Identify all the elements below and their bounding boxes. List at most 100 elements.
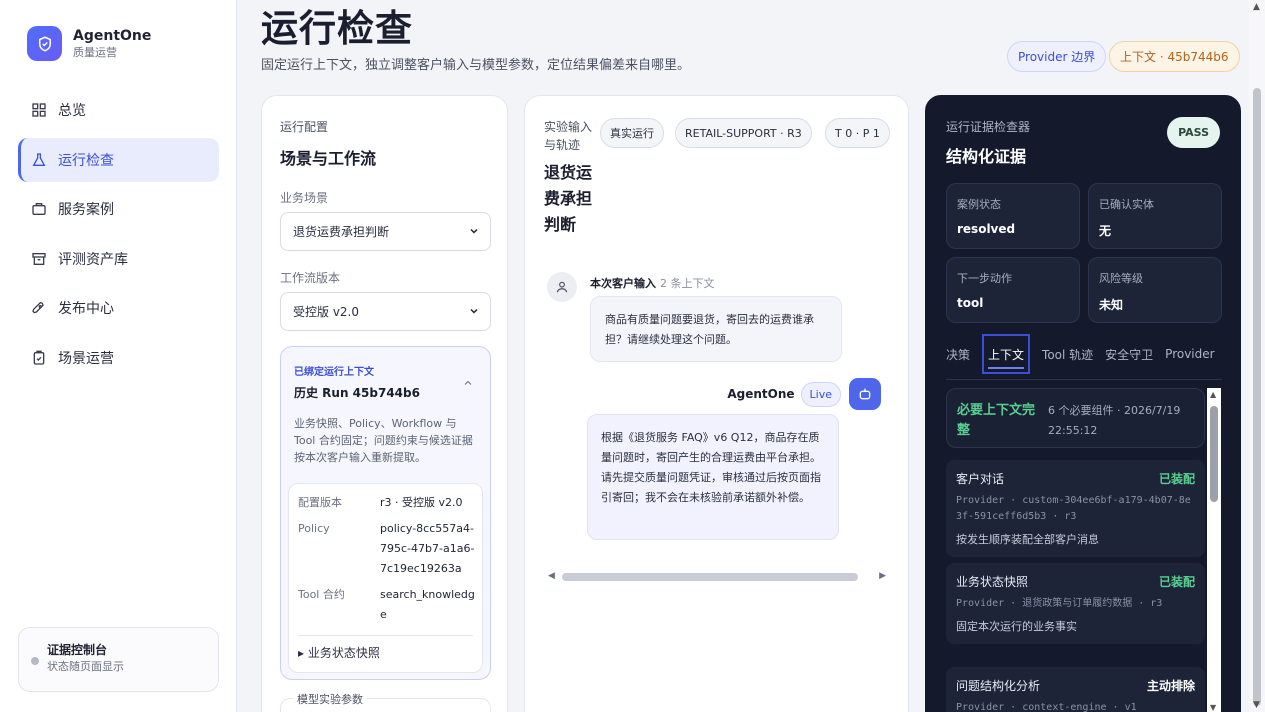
tab-safety-guard[interactable]: 安全守卫 <box>1105 334 1153 374</box>
user-message-bubble: 商品有质量问题要退货，寄回去的运费谁承担？请继续处理这个问题。 <box>590 296 842 362</box>
experiment-title: 退货运费承担判断 <box>544 163 593 234</box>
chevron-down-icon <box>468 225 480 240</box>
divider <box>298 635 473 636</box>
scroll-right-icon[interactable]: ▶ <box>879 571 886 581</box>
stat-label: 下一步动作 <box>957 272 1012 285</box>
scene-label: 业务场景 <box>280 191 329 205</box>
inspector-tabs: 决策 上下文 Tool 轨迹 安全守卫 Provider <box>946 334 1227 374</box>
section-label: 运行配置 <box>280 120 329 134</box>
evidence-console-title: 证据控制台 <box>47 643 108 657</box>
provider-boundary-chip[interactable]: Provider 边界 <box>1007 41 1107 72</box>
stat-confirmed-entities: 已确认实体 无 <box>1088 183 1222 249</box>
evidence-console-card[interactable]: 证据控制台 状态随页面显示 <box>18 627 219 692</box>
sidebar-item-label: 服务案例 <box>58 202 114 218</box>
tab-decision[interactable]: 决策 <box>946 334 970 374</box>
experiment-card: 实验输入与轨迹 退货运费承担判断 真实运行 RETAIL-SUPPORT · R… <box>524 95 909 712</box>
scrollbar-thumb[interactable] <box>1210 406 1218 502</box>
tab-provider[interactable]: Provider <box>1165 334 1214 374</box>
real-run-pill[interactable]: 真实运行 <box>600 118 664 148</box>
kv-value: policy-8cc557a4-795c-47b7-a1a6-7c19ec192… <box>380 522 475 575</box>
bound-context-title: 历史 Run 45b744b6 <box>294 386 420 400</box>
context-item[interactable]: 问题结构化分析 主动排除 Provider · context-engine · … <box>946 667 1205 712</box>
scroll-up-icon[interactable]: ▲ <box>1253 2 1260 12</box>
kv-key: Tool 合约 <box>298 588 345 601</box>
workflow-select[interactable]: 受控版 v2.0 <box>280 292 491 331</box>
sidebar-item-release[interactable]: 发布中心 <box>18 286 219 330</box>
business-snapshot-toggle[interactable]: ▸ 业务状态快照 <box>298 644 380 661</box>
user-message-header: 本次客户输入 2 条上下文 <box>590 275 715 291</box>
section-label: 实验输入与轨迹 <box>544 120 593 152</box>
bot-icon <box>849 378 881 410</box>
model-params-legend: 模型实验参数 <box>293 691 367 707</box>
user-icon <box>547 272 577 302</box>
context-chip[interactable]: 上下文 · 45b744b6 <box>1109 41 1240 72</box>
page-description: 固定运行上下文，独立调整客户输入与模型参数，定位结果偏差来自哪里。 <box>261 58 691 73</box>
inspector-scrollbar[interactable]: ▲ ▼ <box>1207 388 1221 712</box>
sidebar-item-label: 总览 <box>58 103 86 119</box>
flask-icon <box>30 151 48 169</box>
model-params-fieldset[interactable]: 模型实验参数 <box>280 691 491 712</box>
stat-risk-level: 风险等级 未知 <box>1088 257 1222 323</box>
divider <box>946 379 1222 380</box>
sidebar-item-label: 评测资产库 <box>58 251 128 268</box>
horizontal-scrollbar[interactable]: ◀ ▶ <box>548 570 886 582</box>
bound-context-label: 已绑定运行上下文 <box>294 367 374 378</box>
scroll-up-icon[interactable]: ▲ <box>1210 390 1216 399</box>
sidebar-item-overview[interactable]: 总览 <box>18 88 219 132</box>
scene-select[interactable]: 退货运费承担判断 <box>280 212 491 251</box>
scroll-down-icon[interactable]: ▼ <box>1210 703 1216 712</box>
briefcase-icon <box>30 200 48 218</box>
context-item[interactable]: 业务状态快照 已装配 Provider · 退货政策与订单履约数据 · r3 固定… <box>946 563 1205 644</box>
context-complete-title: 必要上下文完整 <box>957 403 1036 438</box>
scenario-pill[interactable]: RETAIL-SUPPORT · R3 <box>675 118 812 148</box>
context-item-description: 按发生顺序装配全部客户消息 <box>956 533 1099 546</box>
stat-case-status: 案例状态 resolved <box>946 183 1080 249</box>
sidebar-item-label: 发布中心 <box>58 301 114 317</box>
bound-context-description: 业务快照、Policy、Workflow 与 Tool 合约固定；问题约束与候选… <box>294 417 473 464</box>
user-message-title: 本次客户输入 <box>590 277 656 290</box>
stat-value: 无 <box>1099 224 1112 238</box>
sidebar: AgentOne 质量运营 总览 运行检查 服务案例 评测资产库 发布中心 场景… <box>0 0 237 712</box>
chevron-down-icon <box>468 305 480 320</box>
page-scrollbar[interactable]: ▲ ▼ <box>1249 0 1265 712</box>
context-item-provider: Provider · custom-304ee6bf-a179-4b07-8e3… <box>956 495 1191 522</box>
scrollbar-thumb[interactable] <box>562 573 858 581</box>
stat-label: 风险等级 <box>1099 272 1143 285</box>
scroll-down-icon[interactable]: ▼ <box>1253 700 1260 710</box>
bound-context-details: 配置版本 r3 · 受控版 v2.0 Policy policy-8cc557a… <box>288 483 483 673</box>
context-item-status: 主动排除 <box>1146 679 1195 693</box>
shield-check-icon <box>27 26 62 61</box>
inspector-title: 结构化证据 <box>946 147 1027 166</box>
workflow-label: 工作流版本 <box>280 271 341 285</box>
sidebar-item-run-check[interactable]: 运行检查 <box>18 137 219 182</box>
agent-name: AgentOne <box>727 387 795 401</box>
scrollbar-thumb[interactable] <box>1253 88 1261 706</box>
context-item-status: 已装配 <box>1158 472 1195 486</box>
tab-context[interactable]: 上下文 <box>982 334 1031 374</box>
kv-value: search_knowledge <box>380 588 475 621</box>
context-item-provider: Provider · context-engine · v1 <box>956 702 1137 712</box>
sidebar-item-label: 场景运营 <box>58 350 114 367</box>
stat-next-action: 下一步动作 tool <box>946 257 1080 323</box>
pass-badge: PASS <box>1167 117 1220 148</box>
tab-tool-trace[interactable]: Tool 轨迹 <box>1042 334 1093 374</box>
scene-select-value: 退货运费承担判断 <box>293 225 390 239</box>
run-config-card: 运行配置 场景与工作流 业务场景 退货运费承担判断 工作流版本 受控版 v2.0… <box>261 95 508 712</box>
sidebar-item-cases[interactable]: 服务案例 <box>18 187 219 231</box>
kv-key: Policy <box>298 522 330 535</box>
scroll-left-icon[interactable]: ◀ <box>548 571 555 581</box>
sidebar-nav: 总览 运行检查 服务案例 评测资产库 发布中心 场景运营 <box>18 88 219 385</box>
chevron-up-icon[interactable] <box>462 377 474 393</box>
stat-label: 已确认实体 <box>1099 198 1154 211</box>
evidence-console-subtitle: 状态随页面显示 <box>47 660 124 673</box>
context-item-description: 固定本次运行的业务事实 <box>956 620 1077 633</box>
sidebar-item-scenario-ops[interactable]: 场景运营 <box>18 336 219 380</box>
clipboard-icon <box>30 349 48 367</box>
user-message-meta: 2 条上下文 <box>660 277 715 290</box>
params-pill[interactable]: T 0 · P 1 <box>825 118 890 148</box>
brand[interactable]: AgentOne 质量运营 <box>27 26 151 61</box>
bound-context-panel: 已绑定运行上下文 历史 Run 45b744b6 业务快照、Policy、Wor… <box>280 346 491 680</box>
sidebar-item-eval-assets[interactable]: 评测资产库 <box>18 237 219 281</box>
context-item[interactable]: 客户对话 已装配 Provider · custom-304ee6bf-a179-… <box>946 460 1205 557</box>
rocket-icon <box>30 299 48 317</box>
